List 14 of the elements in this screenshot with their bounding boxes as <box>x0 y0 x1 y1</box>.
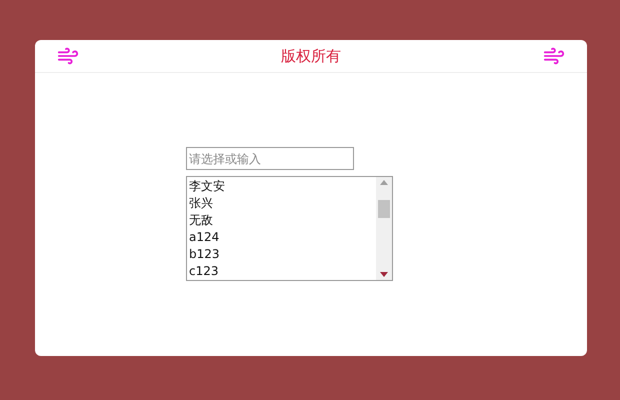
scrollbar[interactable] <box>376 177 392 280</box>
header-title: 版权所有 <box>281 46 341 66</box>
option-item[interactable]: 无敌 <box>187 212 376 229</box>
option-item[interactable]: 李文安 <box>187 178 376 195</box>
scroll-down-icon[interactable] <box>380 272 388 277</box>
wind-icon <box>543 45 565 67</box>
combo-input-field[interactable]: 请选择或输入 <box>186 147 354 170</box>
wind-icon <box>57 45 79 67</box>
scroll-up-icon[interactable] <box>380 180 388 185</box>
scroll-thumb[interactable] <box>378 200 390 218</box>
option-item[interactable]: b123 <box>187 246 376 263</box>
option-item[interactable]: a124 <box>187 229 376 246</box>
option-item[interactable]: c123 <box>187 263 376 280</box>
option-item[interactable]: 张兴 <box>187 195 376 212</box>
